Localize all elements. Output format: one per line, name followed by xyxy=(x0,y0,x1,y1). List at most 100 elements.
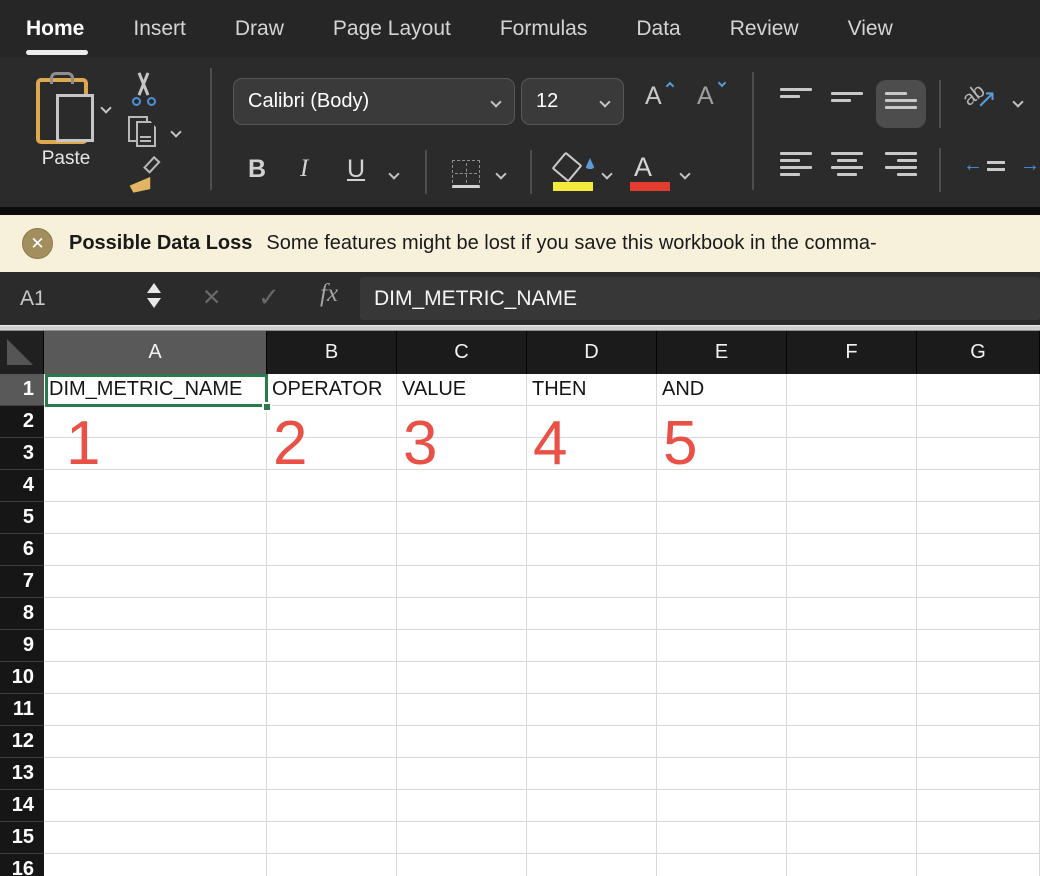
cell-C16[interactable] xyxy=(397,854,527,876)
cell-G4[interactable] xyxy=(917,470,1040,502)
column-header-E[interactable]: E xyxy=(657,331,787,374)
font-color-chevron-icon[interactable] xyxy=(679,168,690,179)
row-header-10[interactable]: 10 xyxy=(0,662,44,694)
cell-F10[interactable] xyxy=(787,662,917,694)
cell-F14[interactable] xyxy=(787,790,917,822)
cell-A13[interactable] xyxy=(44,758,267,790)
fill-color-chevron-icon[interactable] xyxy=(601,168,612,179)
tab-page-layout[interactable]: Page Layout xyxy=(333,0,451,58)
cell-G15[interactable] xyxy=(917,822,1040,854)
row-header-7[interactable]: 7 xyxy=(0,566,44,598)
fill-color-bar[interactable] xyxy=(553,182,593,191)
confirm-entry-icon[interactable]: ✓ xyxy=(258,282,280,313)
name-box-spinner[interactable] xyxy=(147,283,161,308)
cell-D15[interactable] xyxy=(527,822,657,854)
cell-D11[interactable] xyxy=(527,694,657,726)
cell-E7[interactable] xyxy=(657,566,787,598)
paste-icon[interactable] xyxy=(36,78,88,144)
underline-chevron-icon[interactable] xyxy=(388,168,399,179)
fill-color-icon[interactable] xyxy=(552,152,583,183)
insert-function-icon[interactable]: fx xyxy=(320,280,338,308)
cell-C13[interactable] xyxy=(397,758,527,790)
cell-D12[interactable] xyxy=(527,726,657,758)
increase-indent-button[interactable]: → xyxy=(1020,154,1040,177)
align-middle-button[interactable] xyxy=(831,92,863,102)
tab-data[interactable]: Data xyxy=(636,0,680,58)
cell-G14[interactable] xyxy=(917,790,1040,822)
font-name-dropdown[interactable]: Calibri (Body) xyxy=(233,78,515,125)
cell-C11[interactable] xyxy=(397,694,527,726)
cell-D1[interactable]: THEN xyxy=(527,374,657,406)
cell-B13[interactable] xyxy=(267,758,397,790)
row-header-4[interactable]: 4 xyxy=(0,470,44,502)
cell-B11[interactable] xyxy=(267,694,397,726)
copy-icon[interactable] xyxy=(128,116,162,148)
cell-G13[interactable] xyxy=(917,758,1040,790)
cell-E14[interactable] xyxy=(657,790,787,822)
cut-icon[interactable] xyxy=(130,72,158,106)
cell-G12[interactable] xyxy=(917,726,1040,758)
cancel-entry-icon[interactable]: ✕ xyxy=(202,284,221,311)
cell-E9[interactable] xyxy=(657,630,787,662)
cell-C7[interactable] xyxy=(397,566,527,598)
cell-D13[interactable] xyxy=(527,758,657,790)
row-header-6[interactable]: 6 xyxy=(0,534,44,566)
cell-G11[interactable] xyxy=(917,694,1040,726)
cell-G1[interactable] xyxy=(917,374,1040,406)
cell-E15[interactable] xyxy=(657,822,787,854)
cell-F16[interactable] xyxy=(787,854,917,876)
cell-F7[interactable] xyxy=(787,566,917,598)
cell-B14[interactable] xyxy=(267,790,397,822)
cell-B15[interactable] xyxy=(267,822,397,854)
column-header-D[interactable]: D xyxy=(527,331,657,374)
tab-draw[interactable]: Draw xyxy=(235,0,284,58)
cell-G3[interactable] xyxy=(917,438,1040,470)
row-header-1[interactable]: 1 xyxy=(0,374,44,406)
cell-D9[interactable] xyxy=(527,630,657,662)
cell-F2[interactable] xyxy=(787,406,917,438)
cell-G16[interactable] xyxy=(917,854,1040,876)
row-header-14[interactable]: 14 xyxy=(0,790,44,822)
cell-C12[interactable] xyxy=(397,726,527,758)
cell-F6[interactable] xyxy=(787,534,917,566)
cell-E11[interactable] xyxy=(657,694,787,726)
cell-F5[interactable] xyxy=(787,502,917,534)
cell-E5[interactable] xyxy=(657,502,787,534)
cell-E10[interactable] xyxy=(657,662,787,694)
warning-close-icon[interactable]: ✕ xyxy=(22,228,53,259)
column-header-F[interactable]: F xyxy=(787,331,917,374)
paste-dropdown-chevron-icon[interactable] xyxy=(100,102,111,113)
cell-B16[interactable] xyxy=(267,854,397,876)
cell-B6[interactable] xyxy=(267,534,397,566)
tab-view[interactable]: View xyxy=(848,0,893,58)
cell-A9[interactable] xyxy=(44,630,267,662)
cell-A7[interactable] xyxy=(44,566,267,598)
cell-B8[interactable] xyxy=(267,598,397,630)
cell-C9[interactable] xyxy=(397,630,527,662)
row-header-2[interactable]: 2 xyxy=(0,406,44,438)
borders-chevron-icon[interactable] xyxy=(495,168,506,179)
cell-C1[interactable]: VALUE xyxy=(397,374,527,406)
cell-F8[interactable] xyxy=(787,598,917,630)
cell-G5[interactable] xyxy=(917,502,1040,534)
font-size-dropdown[interactable]: 12 xyxy=(521,78,624,125)
row-header-15[interactable]: 15 xyxy=(0,822,44,854)
cell-A12[interactable] xyxy=(44,726,267,758)
copy-dropdown-chevron-icon[interactable] xyxy=(170,126,181,137)
cell-F4[interactable] xyxy=(787,470,917,502)
cell-G10[interactable] xyxy=(917,662,1040,694)
cell-C15[interactable] xyxy=(397,822,527,854)
cell-A15[interactable] xyxy=(44,822,267,854)
cell-D7[interactable] xyxy=(527,566,657,598)
cell-C14[interactable] xyxy=(397,790,527,822)
cell-A10[interactable] xyxy=(44,662,267,694)
column-header-G[interactable]: G xyxy=(917,331,1040,374)
tab-insert[interactable]: Insert xyxy=(133,0,186,58)
column-header-C[interactable]: C xyxy=(397,331,527,374)
name-box[interactable]: A1 xyxy=(20,272,46,325)
tab-home[interactable]: Home xyxy=(26,0,84,58)
row-header-11[interactable]: 11 xyxy=(0,694,44,726)
align-right-button[interactable] xyxy=(885,152,917,176)
fill-handle[interactable] xyxy=(262,402,272,412)
cell-A14[interactable] xyxy=(44,790,267,822)
